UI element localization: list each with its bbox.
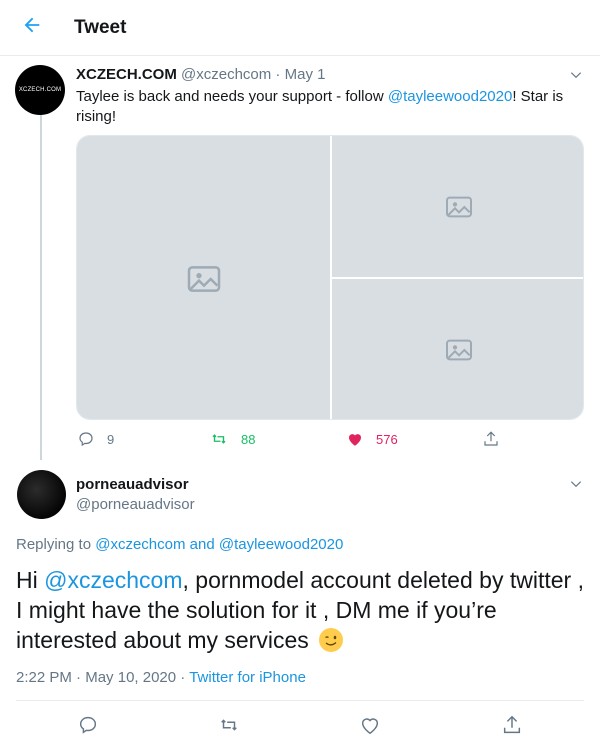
tweet-source[interactable]: Twitter for iPhone bbox=[189, 669, 306, 686]
tweet-time[interactable]: 2:22 PM bbox=[16, 669, 72, 686]
divider bbox=[16, 700, 584, 701]
share-icon bbox=[484, 431, 498, 446]
reply-count: 9 bbox=[107, 431, 115, 447]
separator-dot: · bbox=[176, 669, 190, 686]
tweet-actions-bar bbox=[0, 714, 600, 738]
media-grid bbox=[76, 135, 584, 420]
author-handle[interactable]: @porneauadvisor bbox=[76, 496, 195, 513]
avatar-logo-text: XCZECH.COM bbox=[18, 87, 62, 93]
tweet-text: Taylee is back and needs your support - … bbox=[76, 87, 576, 127]
replying-label: Replying to bbox=[16, 536, 96, 553]
heart-icon bbox=[349, 434, 361, 446]
author-name[interactable]: XCZECH.COM bbox=[76, 66, 177, 83]
tweet-date[interactable]: May 10, 2020 bbox=[85, 669, 176, 686]
tweet-date[interactable]: May 1 bbox=[285, 66, 326, 83]
thread-connector-line bbox=[40, 115, 42, 460]
tweet-text-part: Taylee is back and needs your support - … bbox=[76, 88, 388, 105]
separator-dot: · bbox=[271, 66, 285, 83]
media-placeholder[interactable] bbox=[77, 136, 330, 419]
chevron-down-icon[interactable] bbox=[569, 477, 583, 496]
tweet-meta: 2:22 PM · May 10, 2020 · Twitter for iPh… bbox=[16, 669, 306, 686]
reply-button[interactable] bbox=[77, 714, 99, 741]
image-icon bbox=[187, 265, 220, 292]
like-button[interactable] bbox=[359, 714, 381, 741]
reply-button[interactable]: 9 bbox=[77, 430, 114, 448]
avatar[interactable]: XCZECH.COM bbox=[15, 65, 65, 115]
media-placeholder[interactable] bbox=[332, 136, 583, 277]
arrow-left-icon bbox=[21, 14, 43, 41]
tweet-text-part: Hi bbox=[16, 567, 45, 593]
share-button[interactable] bbox=[501, 714, 523, 741]
heart-icon bbox=[361, 718, 379, 735]
retweet-button[interactable] bbox=[217, 714, 241, 741]
image-icon bbox=[445, 339, 472, 361]
replying-to-line: Replying to @xczechcom and @tayleewood20… bbox=[16, 536, 343, 553]
separator-dot: · bbox=[71, 669, 86, 686]
tweet-actions-bar: 9 88 576 bbox=[0, 430, 600, 450]
mention-link[interactable]: @tayleewood2020 bbox=[388, 88, 512, 105]
retweet-count: 88 bbox=[241, 431, 256, 447]
mention-link[interactable]: @xczechcom bbox=[44, 567, 182, 593]
mention-link[interactable]: @tayleewood2020 bbox=[219, 536, 343, 553]
winking-face-icon bbox=[319, 628, 344, 652]
share-button[interactable] bbox=[482, 430, 500, 448]
reply-icon bbox=[79, 716, 97, 734]
back-button[interactable] bbox=[12, 8, 52, 48]
reply-icon bbox=[79, 432, 93, 447]
chevron-down-icon[interactable] bbox=[569, 68, 583, 87]
page-header: Tweet bbox=[0, 0, 600, 56]
author-name[interactable]: porneauadvisor bbox=[76, 476, 189, 493]
page-title: Tweet bbox=[74, 16, 127, 38]
retweet-button[interactable]: 88 bbox=[209, 430, 255, 448]
retweet-icon bbox=[212, 434, 226, 444]
image-icon bbox=[445, 196, 472, 217]
mention-link[interactable]: @xczechcom bbox=[95, 536, 185, 553]
like-count: 576 bbox=[376, 431, 398, 447]
tweet-text: Hi @xczechcom, pornmodel account deleted… bbox=[16, 565, 586, 655]
share-icon bbox=[503, 715, 521, 734]
author-handle[interactable]: @xczechcom bbox=[181, 66, 271, 83]
like-button[interactable]: 576 bbox=[346, 430, 398, 448]
media-placeholder[interactable] bbox=[332, 279, 583, 419]
tweet-author-line: XCZECH.COM @xczechcom · May 1 bbox=[76, 66, 325, 83]
retweet-icon bbox=[221, 719, 237, 731]
replying-and-text: and bbox=[185, 536, 219, 553]
avatar[interactable] bbox=[17, 470, 66, 519]
